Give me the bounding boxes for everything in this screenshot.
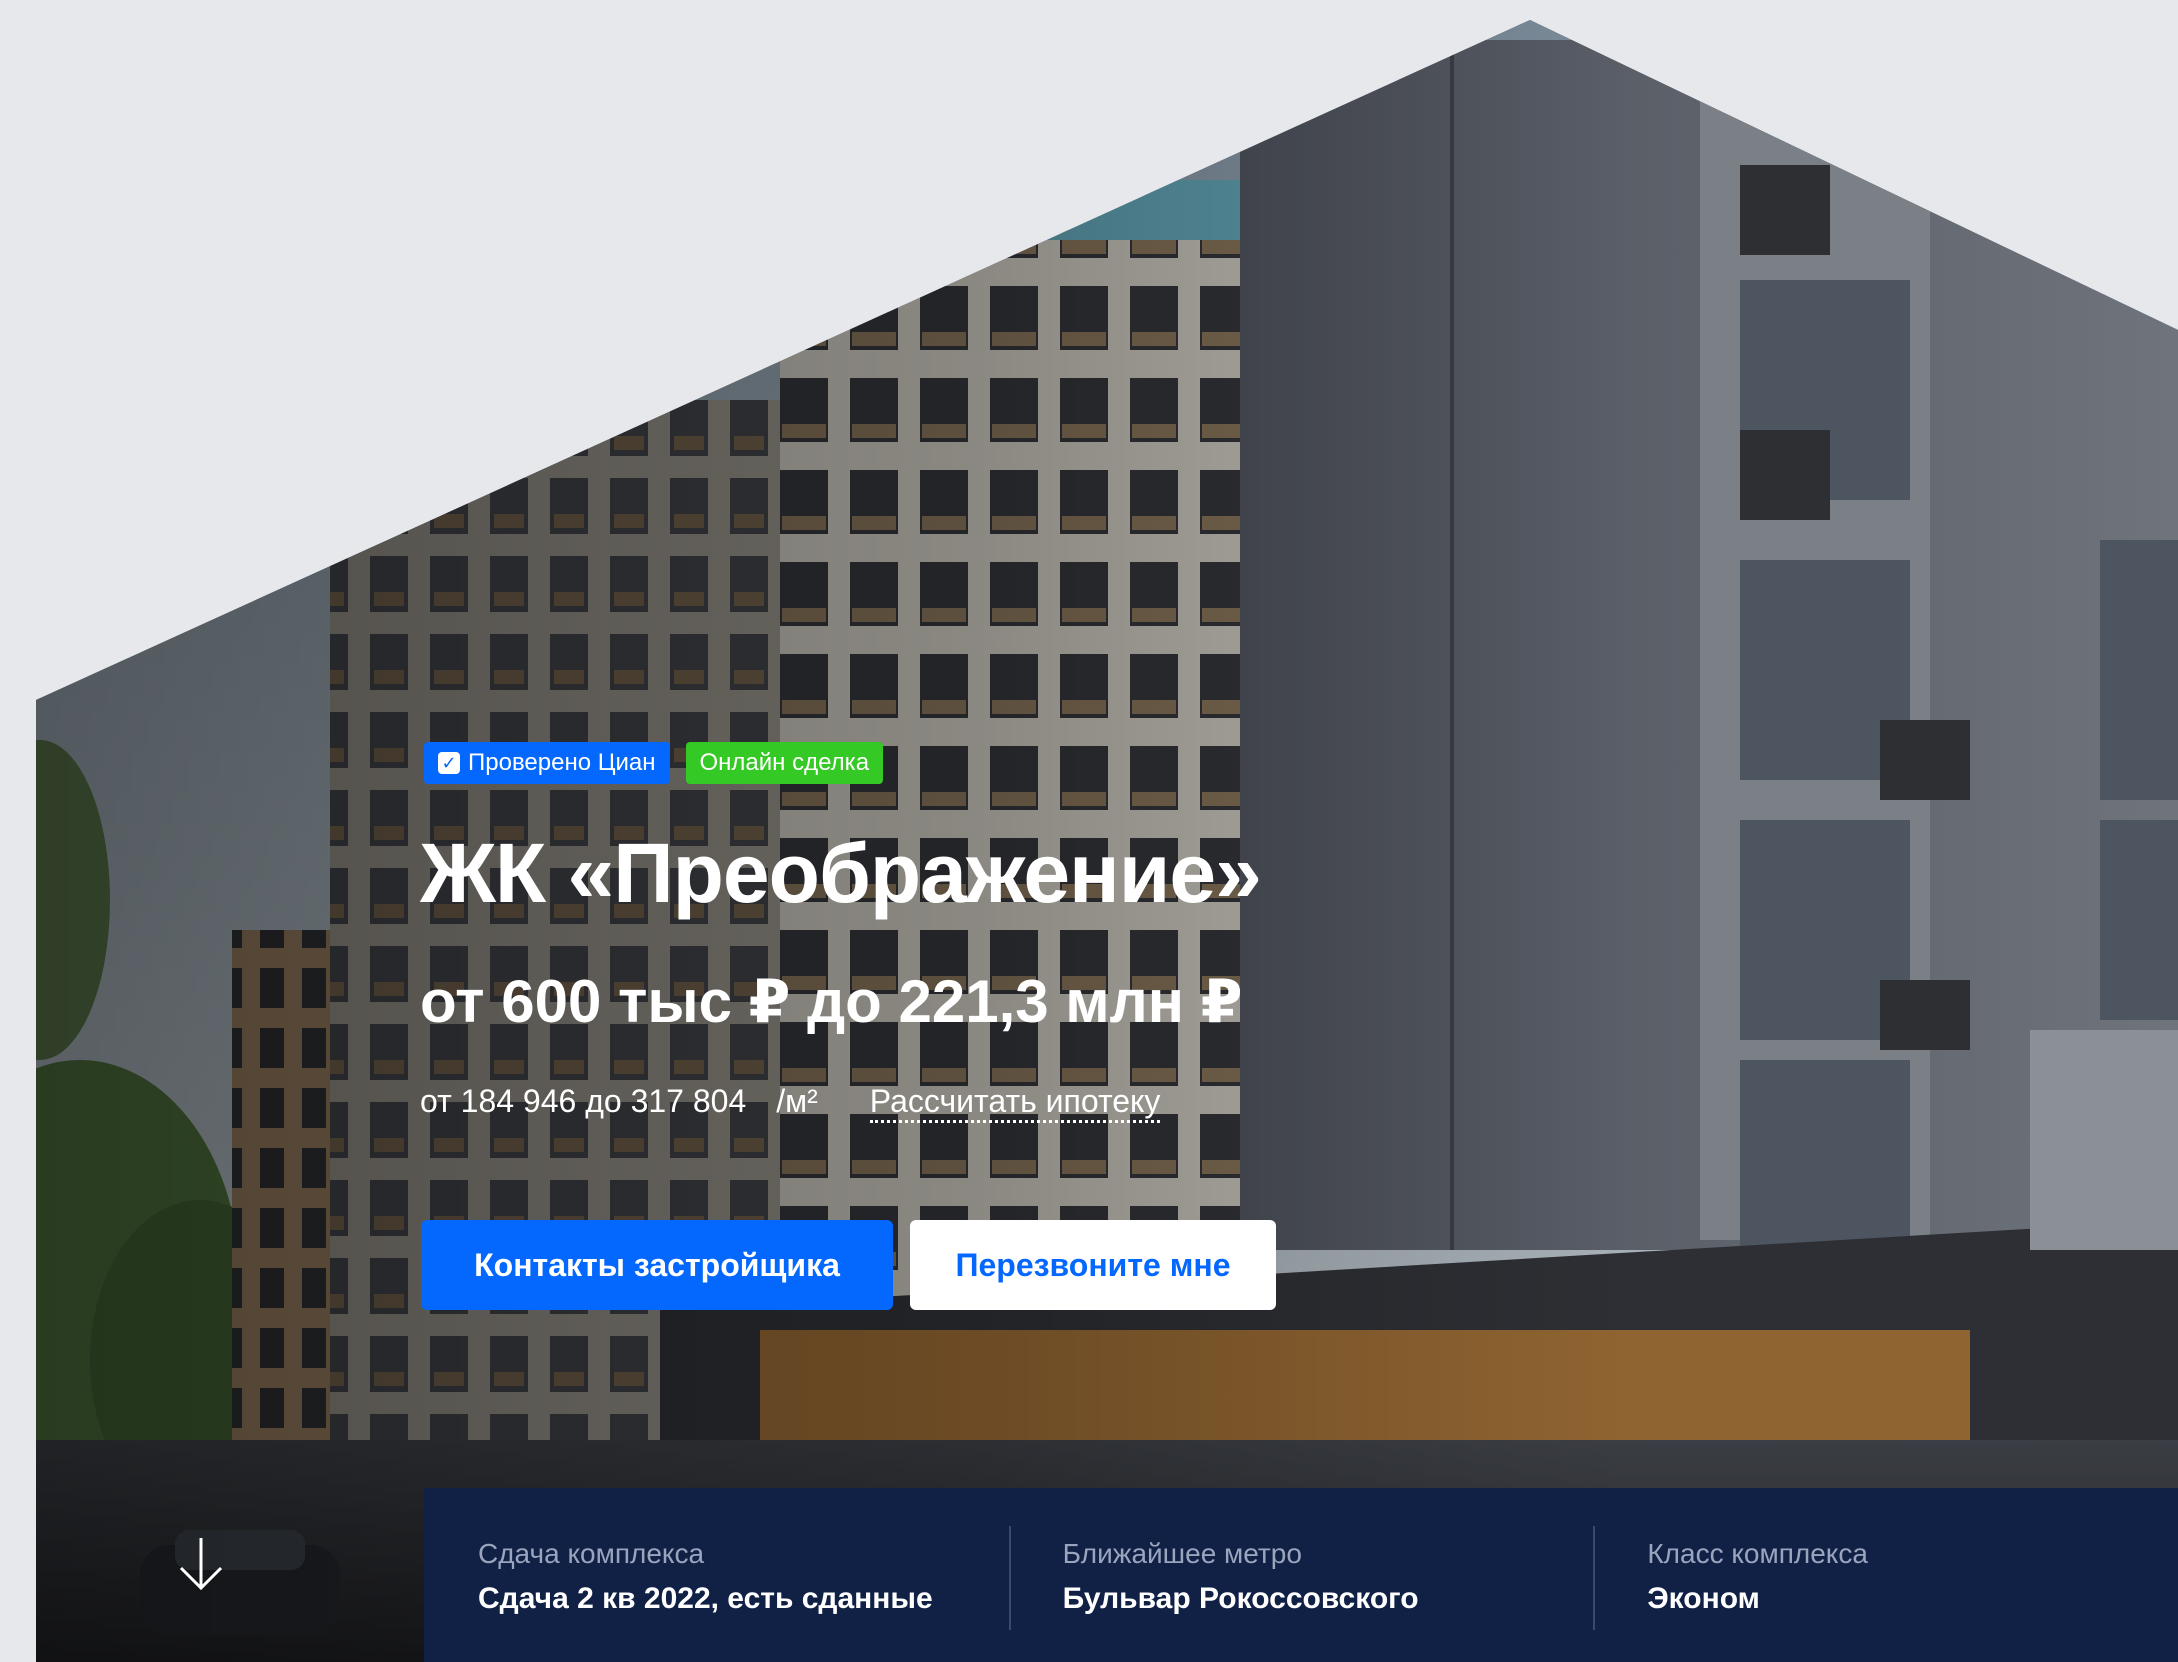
online-deal-badge-label: Онлайн сделка [699, 749, 870, 776]
info-label: Сдача комплекса [478, 1538, 705, 1569]
price-per-sqm-unit: /м² [776, 1083, 818, 1119]
info-value: Сдача 2 кв 2022, есть сданные [478, 1582, 933, 1615]
info-bar: Сдача комплекса Сдача 2 кв 2022, есть сд… [424, 1488, 2178, 1662]
online-deal-badge: Онлайн сделка [685, 742, 884, 784]
arrow-down-icon[interactable] [176, 1534, 226, 1594]
price-per-sqm-row: от 184 946 до 317 804 /м² Рассчитать ипо… [420, 1083, 1161, 1123]
verified-badge: ✓ Проверено Циан [424, 742, 670, 784]
info-metro: Ближайшее метро Бульвар Рокоссовского [1008, 1488, 1594, 1662]
price-per-sqm: от 184 946 до 317 804 [420, 1083, 747, 1119]
info-value: Эконом [1647, 1582, 1760, 1615]
info-class: Класс комплекса Эконом [1593, 1488, 2178, 1662]
info-label: Ближайшее метро [1062, 1538, 1302, 1569]
info-completion: Сдача комплекса Сдача 2 кв 2022, есть сд… [424, 1488, 1009, 1662]
badges: ✓ Проверено Циан Онлайн сделка [424, 742, 884, 784]
verified-badge-label: Проверено Циан [468, 749, 656, 776]
page: ✓ Проверено Циан Онлайн сделка ЖК «Преоб… [0, 0, 2178, 1662]
checkmark-shield-icon: ✓ [438, 752, 460, 774]
price-range: от 600 тыс ₽ до 221,3 млн ₽ [420, 968, 1243, 1035]
complex-title: ЖК «Преображение» [420, 826, 1262, 920]
calculate-mortgage-link[interactable]: Рассчитать ипотеку [869, 1083, 1161, 1123]
callback-button[interactable]: Перезвоните мне [910, 1220, 1276, 1310]
info-value: Бульвар Рокоссовского [1062, 1582, 1419, 1615]
info-label: Класс комплекса [1647, 1538, 1868, 1569]
developer-contacts-button[interactable]: Контакты застройщика [421, 1220, 893, 1310]
